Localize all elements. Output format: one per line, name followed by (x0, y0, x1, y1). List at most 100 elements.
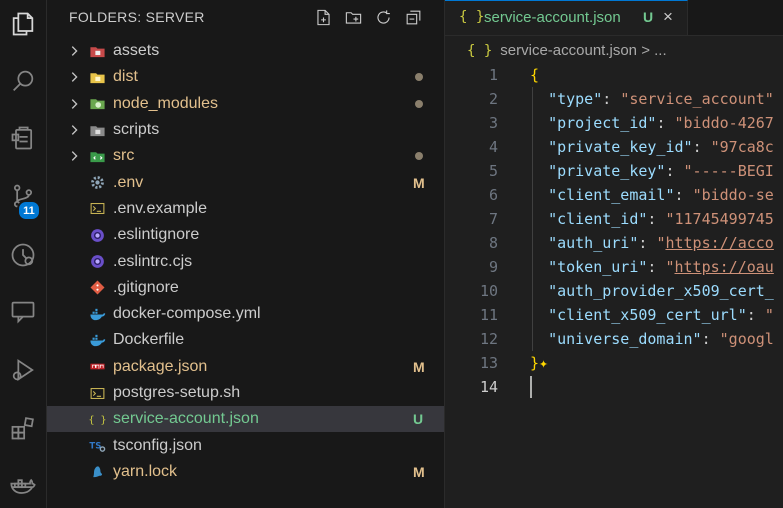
collapse-all-icon[interactable] (402, 6, 424, 28)
refresh-icon[interactable] (372, 6, 394, 28)
chevron-right-icon[interactable] (67, 97, 81, 111)
new-file-icon[interactable] (312, 6, 334, 28)
json-braces-icon: { } (459, 9, 485, 25)
file-item[interactable]: .gitignore (47, 275, 444, 301)
item-label: .env.example (113, 199, 207, 217)
tab-service-account-json[interactable]: { } service-account.json U × (445, 0, 688, 35)
comments-icon[interactable] (0, 292, 46, 332)
code-token: "private_key_id" (548, 138, 693, 156)
code-token: "private_key" (548, 162, 666, 180)
file-item[interactable]: .env M (47, 169, 444, 195)
item-label: tsconfig.json (113, 436, 202, 454)
folder-item[interactable]: dist (47, 64, 444, 90)
code-token: "token_uri" (548, 258, 648, 276)
file-item[interactable]: package.json M (47, 354, 444, 380)
docker-whale-icon (88, 331, 106, 349)
line-number: 11 (479, 306, 498, 324)
file-item[interactable]: postgres-setup.sh (47, 380, 444, 406)
git-status-badge: M (413, 358, 425, 375)
file-tree: assets dist node_modules scripts src .env M .en… (47, 38, 444, 485)
code-token: " (764, 306, 774, 324)
explorer-header: FOLDERS: SERVER (47, 0, 444, 34)
item-label: scripts (113, 121, 160, 139)
code-token: "auth_provider_x509_cert_ (548, 282, 774, 300)
line-content: "client_x509_cert_url": " (530, 303, 774, 327)
code-editor[interactable]: 1{2 "type": "service_account" 3 "project_… (445, 63, 783, 399)
item-label: .eslintignore (113, 226, 200, 244)
gear-icon (88, 174, 106, 192)
folder-dist-icon (88, 68, 106, 86)
text-cursor (530, 376, 532, 398)
file-item[interactable]: .env.example (47, 196, 444, 222)
code-token: ✦ (539, 354, 549, 372)
tab-bar: { } service-account.json U × (445, 0, 783, 36)
editor-area: { } service-account.json U × { } service-… (445, 0, 783, 508)
chevron-right-icon[interactable] (67, 70, 81, 84)
folder-item[interactable]: assets (47, 38, 444, 64)
code-token: "client_id" (548, 210, 648, 228)
docker-whale-icon (88, 305, 106, 323)
folder-item[interactable]: node_modules (47, 91, 444, 117)
chevron-right-icon[interactable] (67, 44, 81, 58)
code-token: "auth_uri" (548, 234, 639, 252)
breadcrumb-more[interactable]: ... (654, 42, 667, 59)
line-number: 7 (488, 210, 498, 228)
code-token: : (638, 234, 657, 252)
git-icon (88, 279, 106, 297)
line-number: 9 (488, 258, 498, 276)
git-status-badge: M (413, 174, 425, 191)
explorer-title: FOLDERS: SERVER (69, 9, 205, 25)
clipboard-icon[interactable] (0, 118, 46, 158)
eslint-icon (88, 226, 106, 244)
chevron-right-icon: > (641, 42, 650, 59)
line-number: 5 (488, 162, 498, 180)
file-item[interactable]: docker-compose.yml (47, 301, 444, 327)
folder-item[interactable]: src (47, 143, 444, 169)
close-icon[interactable]: × (663, 7, 673, 27)
docker-icon[interactable] (0, 466, 46, 506)
line-content: "auth_provider_x509_cert_ (530, 279, 774, 303)
chevron-right-icon[interactable] (67, 149, 81, 163)
line-content: { (530, 63, 539, 87)
search-icon[interactable] (0, 61, 46, 101)
folder-src-icon (88, 147, 106, 165)
code-line: 4 "private_key_id": "97ca8c (445, 135, 783, 159)
item-label: .env (113, 173, 144, 191)
code-line: 2 "type": "service_account" (445, 87, 783, 111)
folder-item[interactable]: scripts (47, 117, 444, 143)
file-item[interactable]: yarn.lock M (47, 459, 444, 485)
code-token: } (530, 354, 540, 372)
item-label: .eslintrc.cjs (113, 252, 193, 270)
code-line: 5 "private_key": "-----BEGI (445, 159, 783, 183)
new-folder-icon[interactable] (342, 6, 364, 28)
item-label: assets (113, 42, 160, 60)
extensions-icon[interactable] (0, 408, 46, 448)
line-content: "token_uri": "https://oau (530, 255, 774, 279)
code-token: : (701, 330, 720, 348)
run-debug-icon[interactable] (0, 350, 46, 390)
breadcrumb-file[interactable]: service-account.json (500, 42, 637, 59)
code-token: "biddo-4267 (674, 114, 774, 132)
chevron-right-icon[interactable] (67, 123, 81, 137)
code-token: "11745499745 (665, 210, 774, 228)
folder-assets-icon (88, 42, 106, 60)
line-content: "client_email": "biddo-se (530, 183, 774, 207)
file-item[interactable]: .eslintrc.cjs (47, 248, 444, 274)
tab-label: service-account.json (484, 9, 621, 26)
item-label: .gitignore (113, 278, 179, 296)
git-history-icon[interactable] (0, 235, 46, 275)
code-line: 14 (445, 375, 783, 399)
file-item[interactable]: .eslintignore (47, 222, 444, 248)
file-item[interactable]: Dockerfile (47, 327, 444, 353)
code-line: 3 "project_id": "biddo-4267 (445, 111, 783, 135)
files-icon[interactable] (0, 4, 46, 44)
code-token: "client_email" (548, 186, 675, 204)
line-content: "project_id": "biddo-4267 (530, 111, 774, 135)
file-item[interactable]: { } service-account.json U (47, 406, 444, 433)
item-label: src (113, 147, 135, 165)
line-number: 4 (488, 138, 498, 156)
file-item[interactable]: TS tsconfig.json (47, 432, 444, 458)
code-line: 12 "universe_domain": "googl (445, 327, 783, 351)
